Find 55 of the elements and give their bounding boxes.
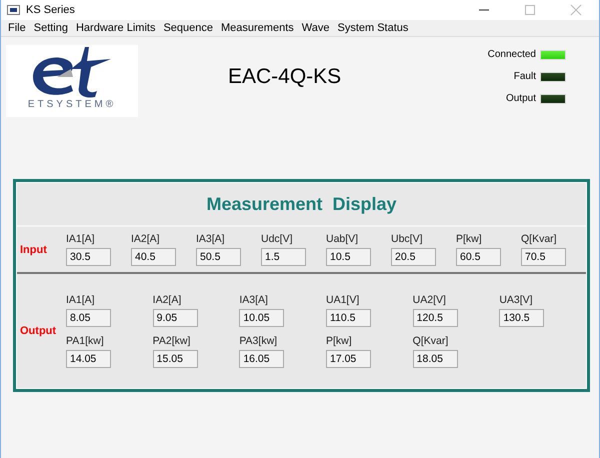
field-label: PA1[kw] [66, 335, 105, 347]
field-label: IA3[A] [239, 294, 269, 306]
indicator-label: Connected [488, 49, 536, 60]
field-label: IA3[A] [196, 233, 226, 245]
indicator-label: Output [506, 93, 536, 104]
menu-item[interactable]: Sequence [159, 22, 217, 34]
field-label: Q[Kvar] [521, 233, 558, 245]
field-label: Ubc[V] [391, 233, 424, 245]
field-label: IA2[A] [131, 233, 161, 245]
value-field[interactable]: 8.05 [66, 309, 111, 327]
value-field[interactable]: 70.5 [521, 248, 566, 266]
section-label: Output [19, 325, 58, 337]
field-label: IA1[A] [66, 233, 96, 245]
value-field[interactable]: 14.05 [66, 350, 111, 368]
section-label: Input [19, 244, 48, 256]
field-label: Uab[V] [326, 233, 360, 245]
field-label: IA2[A] [152, 294, 182, 306]
field-label: PA2[kw] [152, 335, 192, 347]
field-label: UA3[V] [499, 294, 534, 306]
value-field[interactable]: 130.5 [499, 309, 544, 327]
value-field[interactable]: 20.5 [391, 248, 436, 266]
value-field[interactable]: 9.05 [152, 309, 198, 327]
menu-item[interactable]: System Status [333, 22, 412, 34]
value-field[interactable]: 1.5 [261, 248, 306, 266]
model-title: EAC-4Q-KS [228, 65, 342, 90]
field-label: P[kw] [326, 335, 353, 347]
value-field[interactable]: 16.05 [239, 350, 284, 368]
value-field[interactable]: 15.05 [152, 350, 198, 368]
field-label: IA1[A] [66, 294, 96, 306]
logo-text: ETSYSTEM® [28, 99, 116, 110]
field-label: PA3[kw] [239, 335, 278, 347]
menu-item[interactable]: File [4, 22, 30, 34]
field-label: Udc[V] [261, 233, 294, 245]
app-icon [7, 5, 20, 15]
value-field[interactable]: 40.5 [131, 248, 176, 266]
value-field[interactable]: 110.5 [326, 309, 371, 327]
value-field[interactable]: 18.05 [412, 350, 458, 368]
field-label: UA2[V] [412, 294, 447, 306]
indicator-label: Fault [514, 71, 536, 82]
field-label: UA1[V] [326, 294, 360, 306]
value-field[interactable]: 10.5 [326, 248, 371, 266]
menu-item[interactable]: Setting [30, 22, 72, 34]
menu-item[interactable]: Wave [298, 22, 334, 34]
value-field[interactable]: 17.05 [326, 350, 371, 368]
value-field[interactable]: 60.5 [456, 248, 501, 266]
menu-item[interactable]: Hardware Limits [72, 22, 160, 34]
value-field[interactable]: 30.5 [66, 248, 111, 266]
field-label: P[kw] [456, 233, 483, 245]
field-label: Q[Kvar] [412, 335, 450, 347]
window-title: KS Series [26, 4, 75, 16]
menu-item[interactable]: Measurements [217, 22, 298, 34]
value-field[interactable]: 50.5 [196, 248, 241, 266]
panel-title: Measurement Display [206, 194, 397, 214]
value-field[interactable]: 120.5 [412, 309, 458, 327]
value-field[interactable]: 10.05 [239, 309, 284, 327]
